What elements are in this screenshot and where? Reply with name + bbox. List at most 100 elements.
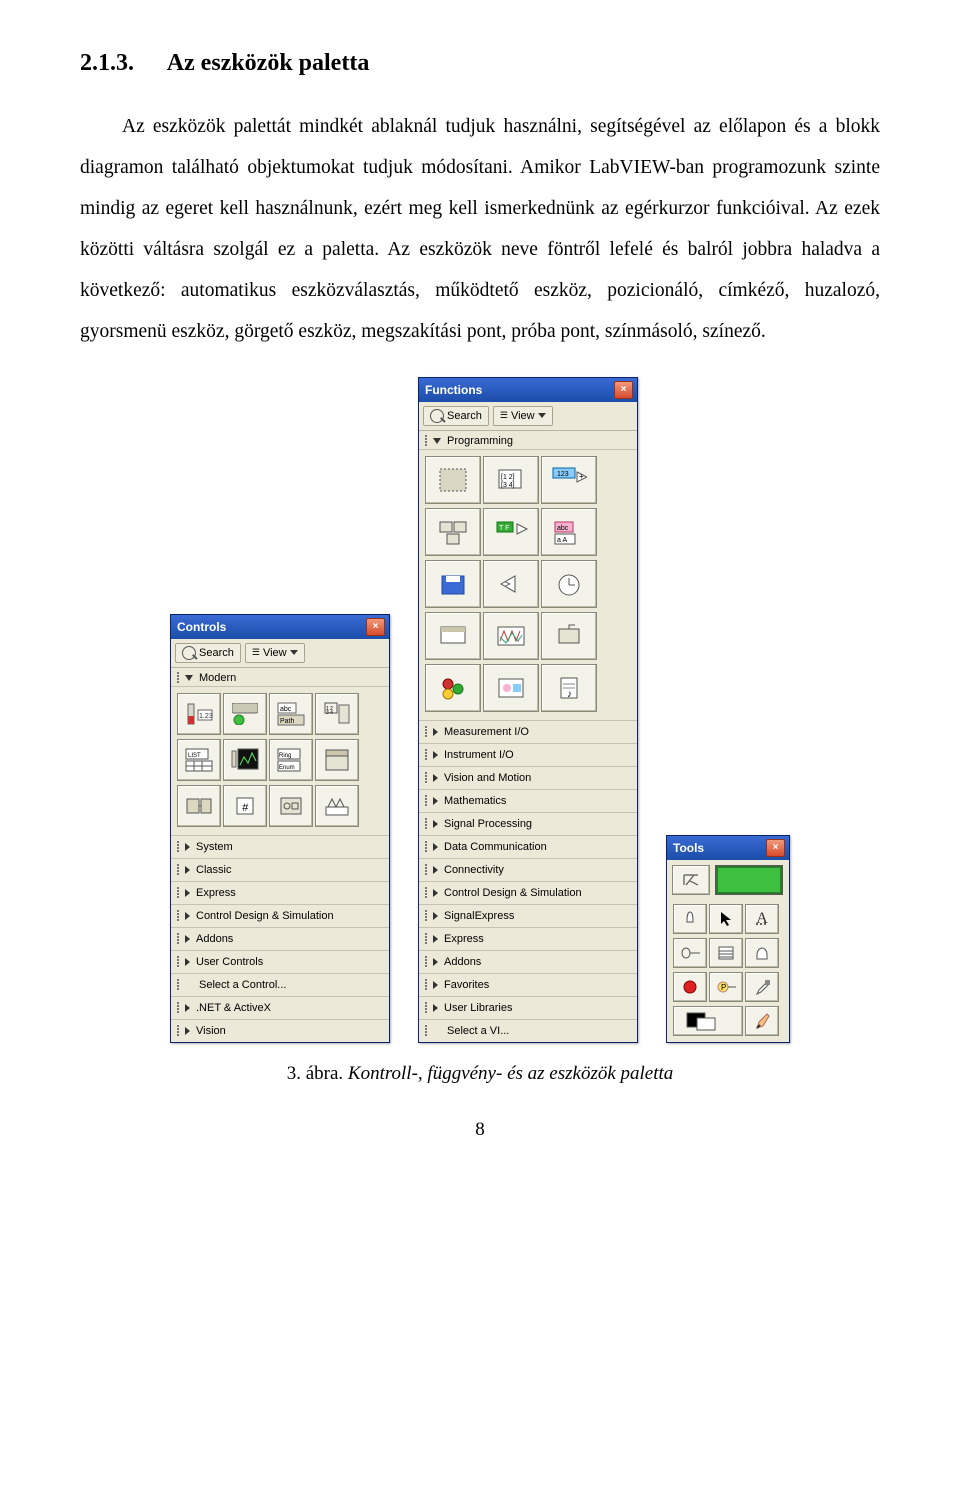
- list-item[interactable]: SignalExpress: [419, 904, 637, 927]
- string-icon[interactable]: abcPath: [269, 693, 313, 735]
- dialog-icon[interactable]: [425, 612, 481, 660]
- cluster-icon[interactable]: [425, 508, 481, 556]
- grip-icon[interactable]: [425, 910, 427, 921]
- report-icon[interactable]: ♪: [541, 664, 597, 712]
- grip-icon[interactable]: [177, 1025, 179, 1036]
- list-item[interactable]: System: [171, 835, 389, 858]
- list-item[interactable]: Mathematics: [419, 789, 637, 812]
- modern-category-header[interactable]: Modern: [171, 668, 389, 687]
- list-item[interactable]: Connectivity: [419, 858, 637, 881]
- search-button[interactable]: Search: [175, 643, 241, 663]
- sync-icon[interactable]: [425, 664, 481, 712]
- list-item[interactable]: Control Design & Simulation: [171, 904, 389, 927]
- list-item[interactable]: Vision: [171, 1019, 389, 1042]
- grip-icon[interactable]: [177, 910, 179, 921]
- list-item[interactable]: Favorites: [419, 973, 637, 996]
- boolean-fn-icon[interactable]: T F: [483, 508, 539, 556]
- io-icon[interactable]: [177, 785, 221, 827]
- comparison-icon[interactable]: >: [483, 560, 539, 608]
- array-icon[interactable]: 1 23 4: [315, 693, 359, 735]
- operate-tool-icon[interactable]: [673, 904, 707, 934]
- fileio-icon[interactable]: [425, 560, 481, 608]
- grip-icon[interactable]: [177, 864, 179, 875]
- grip-icon[interactable]: [177, 887, 179, 898]
- coloring-tool-swatches-icon[interactable]: [673, 1006, 743, 1036]
- list-item[interactable]: User Controls: [171, 950, 389, 973]
- list-item[interactable]: Express: [171, 881, 389, 904]
- list-item[interactable]: Signal Processing: [419, 812, 637, 835]
- appcontrol-icon[interactable]: [541, 612, 597, 660]
- grip-icon[interactable]: [425, 956, 427, 967]
- list-item[interactable]: Classic: [171, 858, 389, 881]
- label-tool-icon[interactable]: A: [745, 904, 779, 934]
- tools-titlebar[interactable]: Tools ×: [667, 836, 789, 860]
- grip-icon[interactable]: [425, 435, 427, 446]
- list-item[interactable]: Vision and Motion: [419, 766, 637, 789]
- list-item[interactable]: Instrument I/O: [419, 743, 637, 766]
- coloring-tool-brush-icon[interactable]: [745, 1006, 779, 1036]
- list-item[interactable]: User Libraries: [419, 996, 637, 1019]
- variant-icon[interactable]: [269, 785, 313, 827]
- auto-tool-icon[interactable]: [672, 865, 710, 895]
- list-item[interactable]: Measurement I/O: [419, 720, 637, 743]
- grip-icon[interactable]: [425, 979, 427, 990]
- boolean-icon[interactable]: [223, 693, 267, 735]
- graph-icon[interactable]: [223, 739, 267, 781]
- close-icon[interactable]: ×: [766, 839, 785, 857]
- view-button[interactable]: ☰ View: [493, 406, 553, 426]
- list-item[interactable]: Select a VI...: [419, 1019, 637, 1042]
- ring-icon[interactable]: RingEnum: [269, 739, 313, 781]
- wiring-tool-icon[interactable]: [673, 938, 707, 968]
- view-button[interactable]: ☰ View: [245, 643, 305, 663]
- grip-icon[interactable]: [177, 1002, 179, 1013]
- list-icon[interactable]: LIST: [177, 739, 221, 781]
- color-copy-tool-icon[interactable]: [745, 972, 779, 1002]
- grip-icon[interactable]: [425, 864, 427, 875]
- grip-icon[interactable]: [425, 795, 427, 806]
- numeric-icon[interactable]: 1.23: [177, 693, 221, 735]
- list-item[interactable]: Addons: [419, 950, 637, 973]
- grip-icon[interactable]: [425, 841, 427, 852]
- waveform-icon[interactable]: [483, 612, 539, 660]
- grip-icon[interactable]: [425, 1002, 427, 1013]
- position-tool-icon[interactable]: [709, 904, 743, 934]
- grip-icon[interactable]: [177, 956, 179, 967]
- search-button[interactable]: Search: [423, 406, 489, 426]
- grip-icon[interactable]: [425, 772, 427, 783]
- grip-icon[interactable]: [425, 933, 427, 944]
- programming-category-header[interactable]: Programming: [419, 431, 637, 450]
- numeric-fn-icon[interactable]: 123+: [541, 456, 597, 504]
- scroll-tool-icon[interactable]: [745, 938, 779, 968]
- shortcut-menu-tool-icon[interactable]: [709, 938, 743, 968]
- probe-tool-icon[interactable]: P: [709, 972, 743, 1002]
- grip-icon[interactable]: [425, 1025, 427, 1036]
- close-icon[interactable]: ×: [614, 381, 633, 399]
- grip-icon[interactable]: [425, 818, 427, 829]
- list-item[interactable]: Control Design & Simulation: [419, 881, 637, 904]
- grip-icon[interactable]: [425, 749, 427, 760]
- breakpoint-tool-icon[interactable]: [673, 972, 707, 1002]
- grip-icon[interactable]: [177, 672, 179, 683]
- grip-icon[interactable]: [177, 933, 179, 944]
- auto-tool-led[interactable]: [715, 865, 783, 895]
- grip-icon[interactable]: [177, 979, 179, 990]
- controls-titlebar[interactable]: Controls ×: [171, 615, 389, 639]
- array-fn-icon[interactable]: [1 2][3 4]: [483, 456, 539, 504]
- string-fn-icon[interactable]: abca A: [541, 508, 597, 556]
- grip-icon[interactable]: [177, 841, 179, 852]
- list-item[interactable]: Data Communication: [419, 835, 637, 858]
- containers-icon[interactable]: [315, 739, 359, 781]
- close-icon[interactable]: ×: [366, 618, 385, 636]
- timing-icon[interactable]: [541, 560, 597, 608]
- list-item[interactable]: Addons: [171, 927, 389, 950]
- list-item[interactable]: Select a Control...: [171, 973, 389, 996]
- graphics-icon[interactable]: [483, 664, 539, 712]
- functions-titlebar[interactable]: Functions ×: [419, 378, 637, 402]
- grip-icon[interactable]: [425, 887, 427, 898]
- list-item[interactable]: Express: [419, 927, 637, 950]
- structures-icon[interactable]: [425, 456, 481, 504]
- decorations-icon[interactable]: [315, 785, 359, 827]
- grip-icon[interactable]: [425, 726, 427, 737]
- refnum-icon[interactable]: #: [223, 785, 267, 827]
- list-item[interactable]: .NET & ActiveX: [171, 996, 389, 1019]
